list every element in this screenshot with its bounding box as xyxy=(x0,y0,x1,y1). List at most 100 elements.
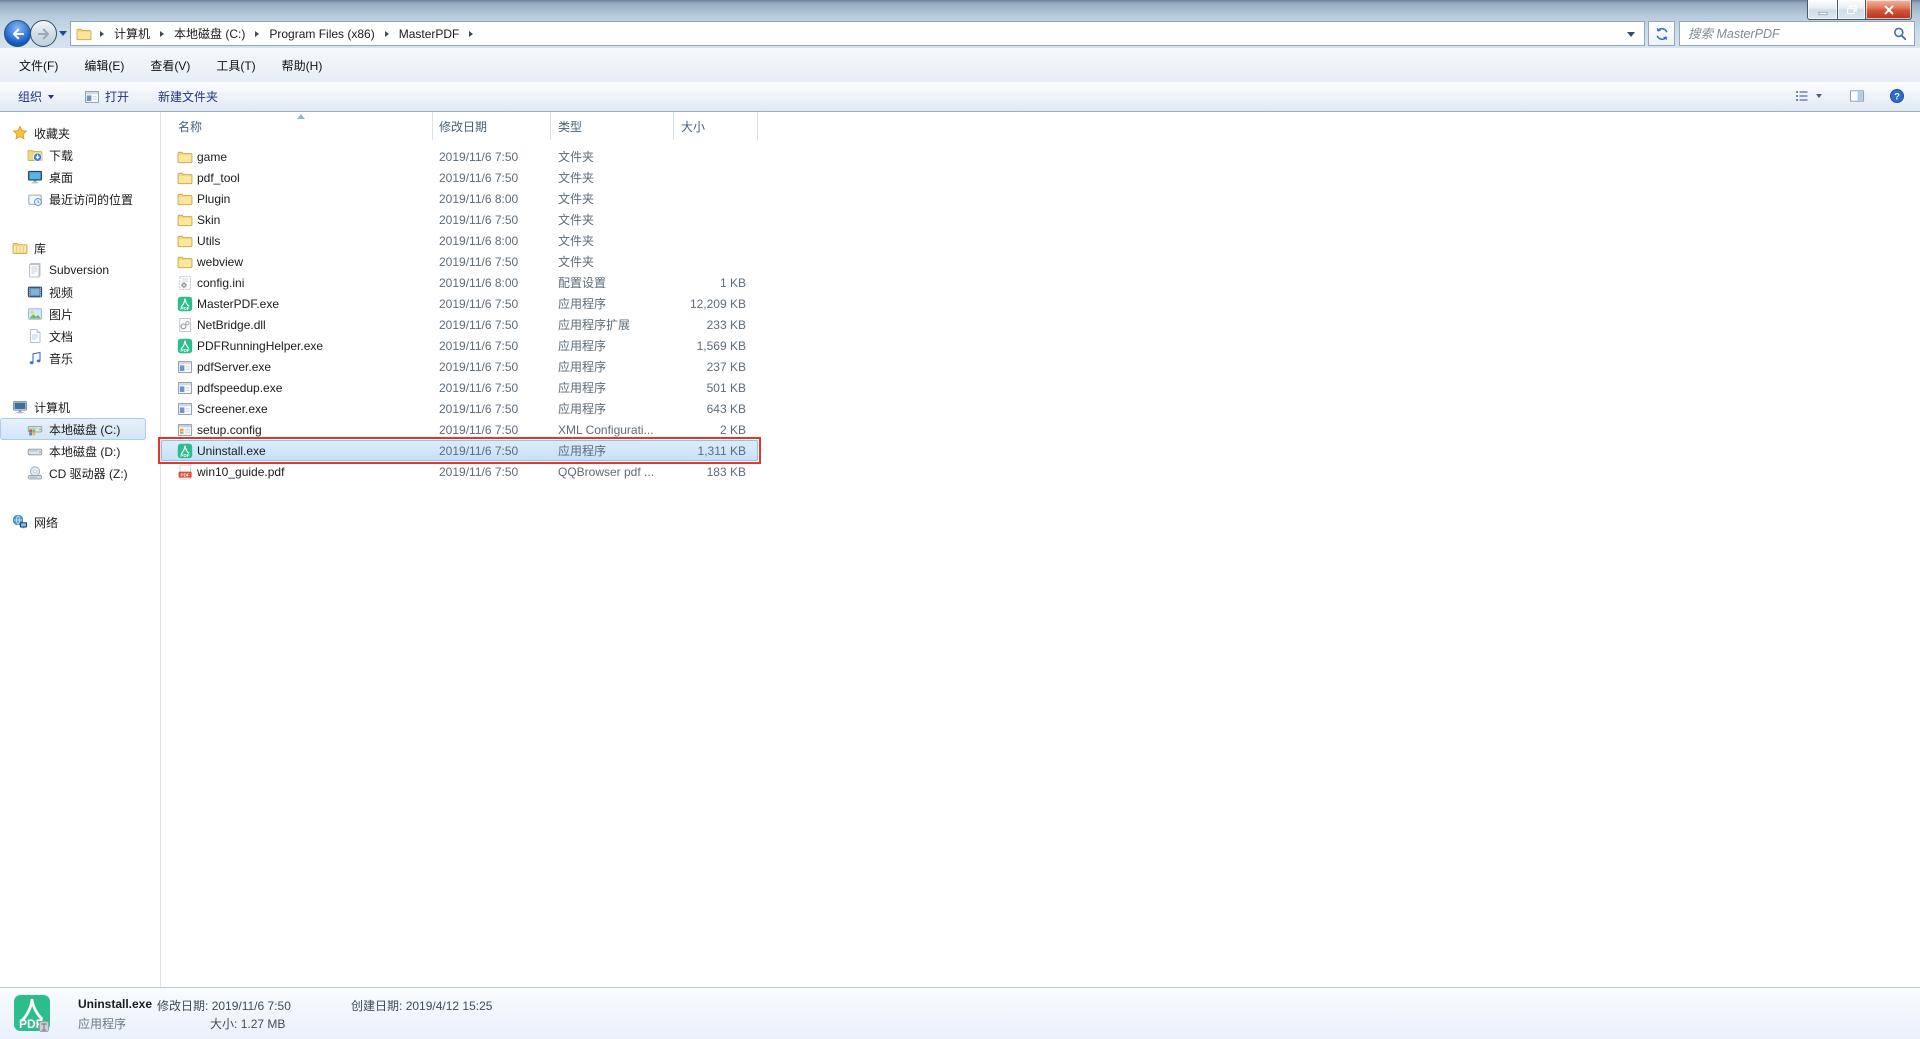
restore-button[interactable] xyxy=(1837,0,1866,20)
column-date-modified-header[interactable]: 修改日期 xyxy=(433,112,551,140)
organize-label: 组织 xyxy=(18,88,42,105)
file-name: config.ini xyxy=(197,276,433,290)
breadcrumb-arrow[interactable] xyxy=(469,31,473,37)
sidebar-item-recent-places[interactable]: 最近访问的位置 xyxy=(0,188,160,210)
sidebar-item-videos[interactable]: 视频 xyxy=(0,281,160,303)
file-row[interactable]: PDFMasterPDF.exe2019/11/6 7:50应用程序12,209… xyxy=(161,293,758,314)
sidebar-item-network[interactable]: 网络 xyxy=(0,511,160,533)
sidebar-item-label: 视频 xyxy=(49,284,73,301)
sidebar-item-computer[interactable]: 计算机 xyxy=(0,396,160,418)
column-size-header[interactable]: 大小 xyxy=(674,112,758,140)
forward-arrow-icon xyxy=(36,26,52,42)
file-size: 643 KB xyxy=(674,402,758,416)
file-row[interactable]: Plugin2019/11/6 8:00文件夹 xyxy=(161,188,758,209)
file-size: 1 KB xyxy=(674,276,758,290)
refresh-button[interactable] xyxy=(1648,21,1675,46)
open-app-icon xyxy=(84,89,100,105)
breadcrumb-arrow[interactable] xyxy=(100,31,104,37)
file-row[interactable]: Skin2019/11/6 7:50文件夹 xyxy=(161,209,758,230)
column-type-header[interactable]: 类型 xyxy=(551,112,674,140)
app-icon xyxy=(177,401,193,417)
explorer-window: 计算机本地磁盘 (C:)Program Files (x86)MasterPDF… xyxy=(0,0,1920,1039)
file-row[interactable]: setup.config2019/11/6 7:50XML Configurat… xyxy=(161,419,758,440)
file-row[interactable]: pdfServer.exe2019/11/6 7:50应用程序237 KB xyxy=(161,356,758,377)
file-name: MasterPDF.exe xyxy=(197,297,433,311)
open-button[interactable]: 打开 xyxy=(76,86,137,107)
file-row[interactable]: Screener.exe2019/11/6 7:50应用程序643 KB xyxy=(161,398,758,419)
breadcrumb-arrow[interactable] xyxy=(255,31,259,37)
sidebar-item-downloads[interactable]: 下载 xyxy=(0,144,160,166)
breadcrumb-segment[interactable]: Program Files (x86) xyxy=(267,27,376,41)
file-name: Plugin xyxy=(197,192,433,206)
organize-button[interactable]: 组织 xyxy=(10,86,62,107)
views-button[interactable] xyxy=(1794,88,1822,104)
search-input[interactable] xyxy=(1686,26,1892,42)
breadcrumb-segment[interactable]: MasterPDF xyxy=(397,27,462,41)
sidebar-item-documents[interactable]: 文档 xyxy=(0,325,160,347)
chevron-down-icon xyxy=(48,95,54,99)
help-button[interactable]: ? xyxy=(1889,88,1905,104)
app-icon xyxy=(177,359,193,375)
sort-ascending-icon xyxy=(297,114,305,119)
file-date-modified: 2019/11/6 7:50 xyxy=(433,339,551,353)
menu-edit[interactable]: 编辑(E) xyxy=(75,54,133,77)
sidebar-item-libraries[interactable]: 库 xyxy=(0,237,160,259)
breadcrumb-segment[interactable]: 本地磁盘 (C:) xyxy=(172,25,247,42)
sidebar-item-subversion[interactable]: Subversion xyxy=(0,259,160,281)
new-folder-button[interactable]: 新建文件夹 xyxy=(150,86,226,107)
masterpdf-icon: PDF xyxy=(177,443,193,459)
file-name: setup.config xyxy=(197,423,433,437)
file-row[interactable]: PDFUninstall.exe2019/11/6 7:50应用程序1,311 … xyxy=(161,440,758,461)
back-button[interactable] xyxy=(4,20,31,47)
file-type: 配置设置 xyxy=(551,274,674,291)
menu-tools[interactable]: 工具(T) xyxy=(207,54,264,77)
sidebar-item-music[interactable]: 音乐 xyxy=(0,347,160,369)
sidebar-item-label: 最近访问的位置 xyxy=(49,191,133,208)
breadcrumb-segment[interactable]: 计算机 xyxy=(112,25,152,42)
sidebar-item-pictures[interactable]: 图片 xyxy=(0,303,160,325)
sidebar-item-local-disk-d[interactable]: 本地磁盘 (D:) xyxy=(0,440,160,462)
file-row[interactable]: webview2019/11/6 7:50文件夹 xyxy=(161,251,758,272)
breadcrumb-arrow[interactable] xyxy=(160,31,164,37)
file-row[interactable]: pdf_tool2019/11/6 7:50文件夹 xyxy=(161,167,758,188)
sidebar-item-desktop[interactable]: 桌面 xyxy=(0,166,160,188)
details-file-type: 应用程序 xyxy=(78,1015,126,1032)
svg-text:PDF: PDF xyxy=(180,348,189,353)
menu-view[interactable]: 查看(V) xyxy=(141,54,199,77)
history-dropdown[interactable] xyxy=(59,31,67,36)
menu-file[interactable]: 文件(F) xyxy=(10,54,67,77)
file-name: Screener.exe xyxy=(197,402,433,416)
folder-icon xyxy=(177,191,193,207)
sidebar-item-favorites[interactable]: 收藏夹 xyxy=(0,122,160,144)
file-type: QQBrowser pdf ... xyxy=(551,465,674,479)
folder-icon xyxy=(177,149,193,165)
minimize-button[interactable] xyxy=(1807,0,1838,20)
address-dropdown-icon[interactable] xyxy=(1627,32,1635,37)
config-icon xyxy=(177,422,193,438)
file-row[interactable]: pdfspeedup.exe2019/11/6 7:50应用程序501 KB xyxy=(161,377,758,398)
address-bar[interactable]: 计算机 本地磁盘 (C:) Program Files (x86) MasterPDF xyxy=(70,21,1645,46)
sidebar-item-cd-drive-z[interactable]: CD 驱动器 (Z:) xyxy=(0,462,160,484)
file-row[interactable]: PDFwin10_guide.pdf2019/11/6 7:50QQBrowse… xyxy=(161,461,758,482)
breadcrumb-arrow[interactable] xyxy=(385,31,389,37)
close-button[interactable] xyxy=(1865,0,1912,20)
file-row[interactable]: config.ini2019/11/6 8:00配置设置1 KB xyxy=(161,272,758,293)
file-row[interactable]: Utils2019/11/6 8:00文件夹 xyxy=(161,230,758,251)
file-name: win10_guide.pdf xyxy=(197,465,433,479)
file-row[interactable]: NetBridge.dll2019/11/6 7:50应用程序扩展233 KB xyxy=(161,314,758,335)
preview-pane-button[interactable] xyxy=(1849,88,1865,104)
file-type: 文件夹 xyxy=(551,190,674,207)
sidebar-item-label: 图片 xyxy=(49,306,73,323)
nav-section: 计算机本地磁盘 (C:)本地磁盘 (D:)CD 驱动器 (Z:) xyxy=(0,396,160,484)
file-type: 应用程序 xyxy=(551,379,674,396)
file-date-modified: 2019/11/6 7:50 xyxy=(433,297,551,311)
file-type: 文件夹 xyxy=(551,148,674,165)
search-icon[interactable] xyxy=(1892,26,1908,42)
details-pane: PDF Uninstall.exe 修改日期: 2019/11/6 7:50 创… xyxy=(0,987,1920,1039)
file-row[interactable]: game2019/11/6 7:50文件夹 xyxy=(161,146,758,167)
sidebar-item-local-disk-c[interactable]: 本地磁盘 (C:) xyxy=(0,418,146,440)
forward-button[interactable] xyxy=(30,20,57,47)
file-row[interactable]: PDFPDFRunningHelper.exe2019/11/6 7:50应用程… xyxy=(161,335,758,356)
download-folder-icon xyxy=(27,147,43,163)
menu-help[interactable]: 帮助(H) xyxy=(273,54,332,77)
